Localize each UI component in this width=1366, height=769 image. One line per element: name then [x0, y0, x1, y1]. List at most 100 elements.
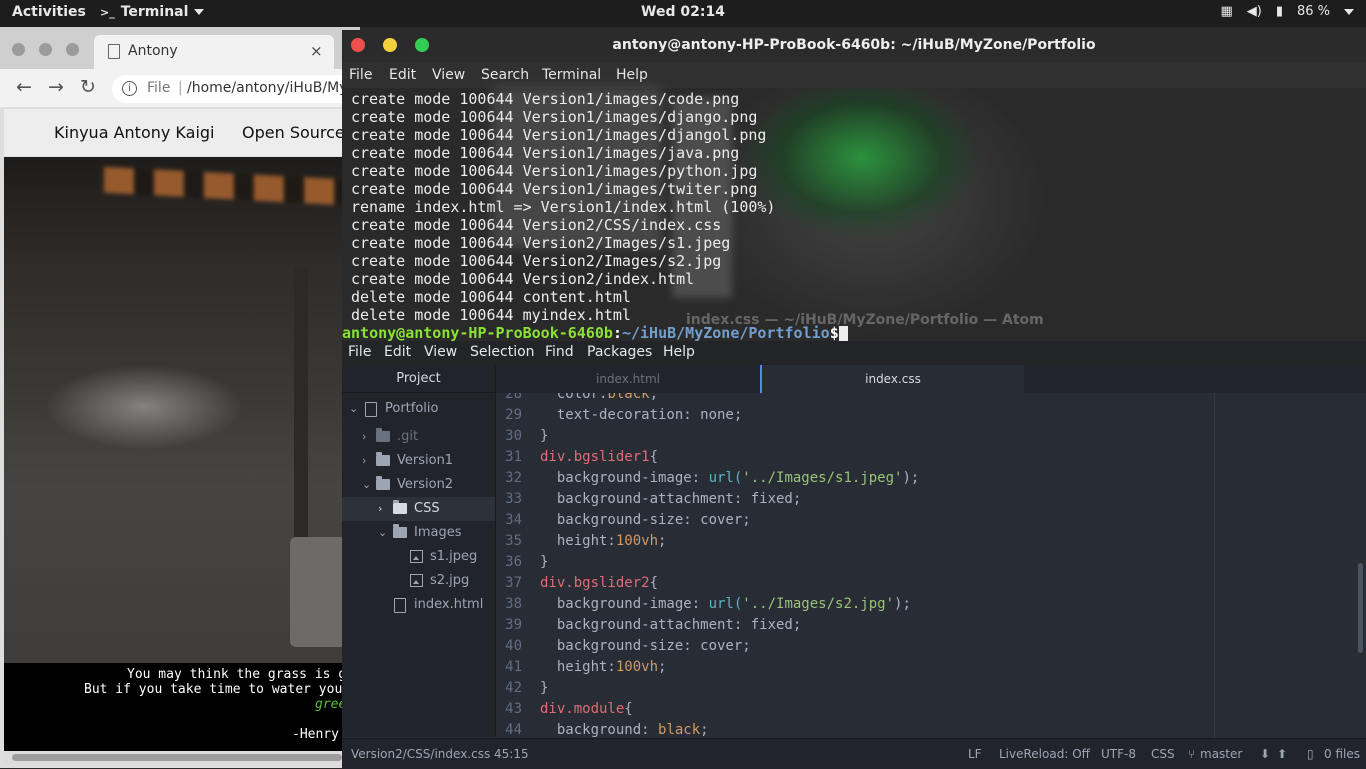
page-icon: [108, 44, 120, 59]
chevron-right-icon: ›: [378, 502, 383, 515]
code-line: }: [540, 554, 549, 570]
clock[interactable]: Wed 02:14: [641, 4, 725, 20]
prompt-user: antony@antony-HP-ProBook-6460b: [342, 324, 613, 342]
url-separator: |: [178, 80, 183, 96]
window-minimize-button[interactable]: [39, 43, 52, 56]
status-livereload[interactable]: LiveReload: Off: [999, 747, 1090, 761]
hero-background-image: [4, 157, 360, 663]
line-number: 29: [505, 407, 522, 423]
horizontal-scrollbar[interactable]: [4, 751, 360, 764]
code-line: }: [540, 680, 549, 696]
atom-menu-selection[interactable]: Selection: [470, 344, 535, 360]
atom-menu-edit[interactable]: Edit: [384, 344, 411, 360]
status-cursor-position[interactable]: 45:15: [494, 747, 529, 761]
chevron-right-icon: ›: [362, 454, 367, 467]
quote-block: You may think the grass is g But if you …: [4, 663, 360, 755]
menu-file[interactable]: File: [349, 67, 372, 83]
line-number: 31: [505, 449, 522, 465]
browser-tab[interactable]: Antony ×: [94, 35, 334, 69]
chevron-down-icon: ⌄: [362, 478, 372, 491]
menu-search[interactable]: Search: [481, 67, 529, 83]
push-up-icon[interactable]: ⬆: [1277, 747, 1287, 761]
line-number: 37: [505, 575, 522, 591]
atom-menu-packages[interactable]: Packages: [587, 344, 652, 360]
forward-icon[interactable]: →: [48, 76, 64, 98]
chevron-down-icon: ⌄: [349, 402, 359, 415]
line-number: 44: [505, 722, 522, 738]
terminal-title: antony@antony-HP-ProBook-6460b: ~/iHuB/M…: [612, 37, 1096, 53]
browser-window: Antony × ← → ↻ i File | /home/antony/iHu…: [0, 27, 586, 768]
tree-item-version2[interactable]: ⌄ Version2: [342, 473, 495, 497]
status-files-count[interactable]: 0 files: [1324, 747, 1360, 761]
tab-close-icon[interactable]: ×: [310, 42, 323, 60]
code-token: 100vh: [615, 659, 659, 675]
menu-terminal[interactable]: Terminal: [542, 67, 601, 83]
tree-label: Portfolio: [385, 401, 439, 416]
status-file-path[interactable]: Version2/CSS/index.css: [351, 747, 490, 761]
tree-root-portfolio[interactable]: ⌄ Portfolio: [342, 397, 495, 421]
app-menu-label: Terminal: [120, 4, 189, 20]
status-line-ending[interactable]: LF: [968, 747, 982, 761]
image-file-icon: [410, 574, 423, 587]
folder-icon: [376, 428, 390, 442]
tree-label: CSS: [414, 501, 440, 516]
tree-item-s2[interactable]: s2.jpg: [342, 569, 495, 593]
info-icon[interactable]: i: [122, 81, 137, 96]
menu-edit[interactable]: Edit: [389, 67, 416, 83]
code-line: background-attachment: fixed;: [540, 617, 802, 633]
tree-item-s1[interactable]: s1.jpeg: [342, 545, 495, 569]
terminal-prompt[interactable]: antony@antony-HP-ProBook-6460b:~/iHuB/My…: [342, 324, 848, 342]
code-editor[interactable]: 28 color:black; 29 text-decoration: none…: [496, 393, 1366, 738]
address-bar[interactable]: i File | /home/antony/iHuB/MyZone/Portfo…: [112, 75, 586, 103]
app-menu[interactable]: >_ Terminal: [100, 4, 205, 20]
top-bar: Activities >_ Terminal Wed 02:14 ▦ ◀) ▮ …: [0, 0, 1366, 27]
status-git-branch[interactable]: master: [1200, 747, 1242, 761]
editor-scrollbar[interactable]: [1358, 563, 1363, 653]
status-grammar[interactable]: CSS: [1151, 747, 1175, 761]
fetch-down-icon[interactable]: ⬇: [1260, 747, 1270, 761]
status-encoding[interactable]: UTF-8: [1101, 747, 1136, 761]
tree-item-index[interactable]: index.html: [342, 593, 495, 617]
atom-menu-file[interactable]: File: [348, 344, 371, 360]
quote-line: You may think the grass is g: [127, 667, 347, 682]
reload-icon[interactable]: ↻: [80, 76, 96, 98]
atom-menu-find[interactable]: Find: [545, 344, 574, 360]
tree-label: Version1: [397, 453, 454, 468]
window-close-button[interactable]: [12, 43, 25, 56]
code-token: background-image:: [540, 596, 709, 612]
browser-tabstrip: Antony ×: [0, 27, 360, 69]
tab-index-css[interactable]: index.css: [760, 365, 1024, 393]
line-number: 36: [505, 554, 522, 570]
terminal-titlebar[interactable]: antony@antony-HP-ProBook-6460b: ~/iHuB/M…: [342, 30, 1366, 62]
status-bar: Version2/CSS/index.css 45:15 LF LiveRelo…: [342, 738, 1366, 769]
back-icon[interactable]: ←: [16, 76, 32, 98]
repo-icon: [365, 402, 377, 417]
code-token: url(: [708, 470, 743, 486]
system-tray[interactable]: ▦ ◀) ▮ 86 %: [1220, 4, 1354, 19]
atom-menu-view[interactable]: View: [424, 344, 457, 360]
code-line: background-size: cover;: [540, 512, 751, 528]
menu-help[interactable]: Help: [616, 67, 648, 83]
tree-header[interactable]: Project: [342, 365, 495, 393]
window-maximize-button[interactable]: [66, 43, 79, 56]
menu-view[interactable]: View: [432, 67, 465, 83]
line-number: 28: [505, 393, 522, 402]
activities-button[interactable]: Activities: [12, 4, 86, 20]
code-token: url(: [708, 596, 743, 612]
tree-item-git[interactable]: › .git: [342, 425, 495, 449]
scrollbar-thumb[interactable]: [12, 754, 342, 761]
folder-icon: [393, 500, 407, 514]
site-brand-link[interactable]: Kinyua Antony Kaigi: [54, 123, 214, 142]
tree-label: .git: [397, 429, 419, 444]
hero-bench: [290, 537, 350, 647]
tree-item-version1[interactable]: › Version1: [342, 449, 495, 473]
tab-index-html[interactable]: index.html: [496, 365, 760, 393]
tree-item-images[interactable]: ⌄ Images: [342, 521, 495, 545]
browser-toolbar: ← → ↻ i File | /home/antony/iHuB/MyZone/…: [0, 69, 586, 107]
atom-menu-help[interactable]: Help: [663, 344, 695, 360]
tree-item-css[interactable]: › CSS: [342, 497, 495, 521]
chevron-down-icon: [1344, 8, 1354, 15]
quote-author: -Henry: [292, 727, 339, 742]
editor-tabs: index.html index.css: [496, 365, 1366, 393]
code-line: div.bgslider2{: [540, 575, 658, 591]
